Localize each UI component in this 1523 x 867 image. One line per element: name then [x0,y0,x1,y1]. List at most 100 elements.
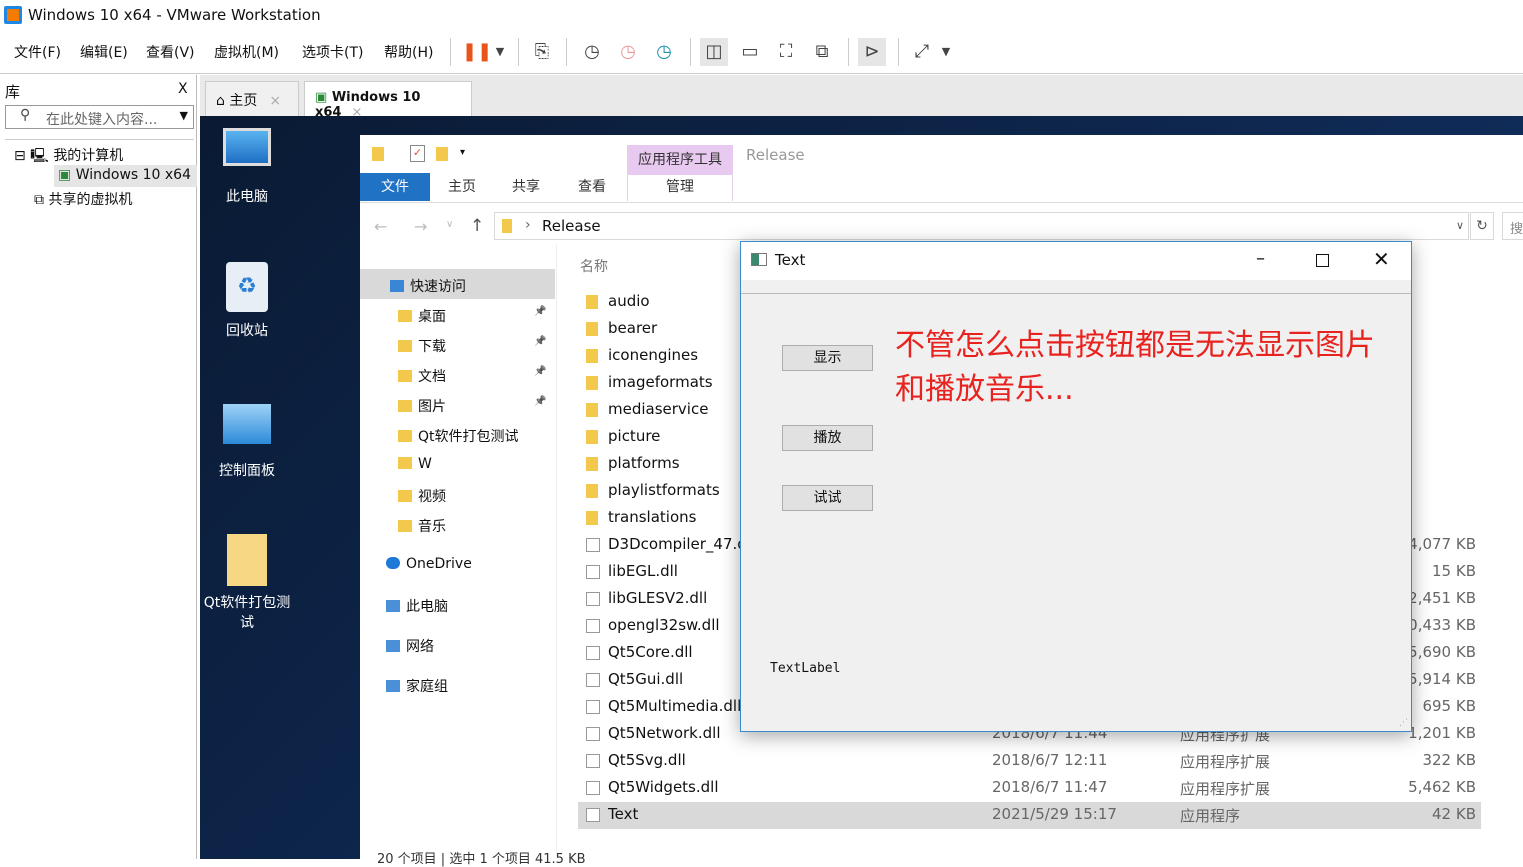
chevron-down-icon[interactable]: ▼ [932,38,960,66]
nav-item[interactable]: 视频 [398,486,446,506]
pin-icon[interactable]: 📌 [534,396,546,407]
menu-view[interactable]: 查看(V) [146,42,195,62]
chevron-down-icon[interactable]: ▾ [460,147,465,158]
pin-icon[interactable]: 📌 [534,306,546,317]
file-row[interactable]: Qt5Svg.dll 2018/6/7 12:11 应用程序扩展 322 KB [578,748,1481,775]
folder-icon [372,147,384,161]
console-icon[interactable]: ⊳ [858,38,886,66]
desktop-icon-control-panel[interactable]: 控制面板 [197,404,297,480]
ribbon-tab-home[interactable]: 主页 [432,173,492,201]
folder-icon [398,457,412,469]
folder-icon [386,680,400,692]
nav-item[interactable]: 下载 📌 [398,336,546,356]
nav-item[interactable]: 桌面 📌 [398,306,546,326]
thumbnail-view-icon[interactable]: ▭ [736,38,764,66]
nav-item[interactable]: 快速访问 [390,276,466,296]
folder-icon [398,400,412,412]
file-date: 2018/6/7 11:47 [992,778,1108,796]
nav-item[interactable]: Qt软件打包测试 [398,426,519,446]
menu-tabs[interactable]: 选项卡(T) [302,42,363,62]
new-folder-icon[interactable] [436,147,448,161]
menu-file[interactable]: 文件(F) [14,42,61,62]
nav-item[interactable]: 家庭组 [386,676,448,696]
ribbon-tab-file[interactable]: 文件 [360,173,430,201]
folder-icon [398,490,412,502]
file-size: 5,914 KB [1408,670,1476,688]
recent-chevron-icon[interactable]: ∨ [446,219,453,230]
file-type: 应用程序 [1180,807,1241,825]
file-type: 应用程序扩展 [1180,780,1271,798]
ribbon-tab-view[interactable]: 查看 [562,173,622,201]
up-icon[interactable]: ↑ [470,216,484,236]
folder-icon [398,370,412,382]
column-header-name[interactable]: 名称 [580,256,608,276]
file-size: 15 KB [1432,562,1476,580]
text-label: TextLabel [770,661,841,676]
library-title: 库 [5,83,21,101]
back-icon[interactable]: ← [374,217,387,236]
resize-grip-icon[interactable]: ⋰ [1399,718,1408,728]
minimize-button[interactable]: – [1256,248,1265,269]
try-button[interactable]: 试试 [782,485,873,511]
tab-bar: ⌂ 主页 × ▣ Windows 10 x64 × [200,75,1523,120]
menu-vm[interactable]: 虚拟机(M) [214,42,279,62]
pin-icon[interactable]: 📌 [534,336,546,347]
nav-item[interactable]: 图片 📌 [398,396,546,416]
revert-snapshot-icon[interactable]: ◷ [614,38,642,66]
tree-item-shared-vms[interactable]: ⧉ 共享的虚拟机 [34,189,132,209]
menu-edit[interactable]: 编辑(E) [80,42,128,62]
nav-item[interactable]: 文档 📌 [398,366,546,386]
fullscreen-icon[interactable]: ⛶ [772,38,800,66]
maximize-button[interactable] [1316,254,1329,267]
desktop-icon-recycle-bin[interactable]: ♻ 回收站 [197,262,297,340]
chevron-down-icon[interactable]: ∨ [1456,219,1464,232]
ribbon-tab-manage[interactable]: 管理 [627,173,733,201]
refresh-icon[interactable]: ↻ [1470,212,1494,240]
snapshot-icon[interactable]: ◷ [578,38,606,66]
nav-item[interactable]: W [398,456,432,472]
tree-item-windows-vm[interactable]: ▣ Windows 10 x64 [54,165,197,187]
folder-icon [586,484,598,498]
file-row[interactable]: Qt5Widgets.dll 2018/6/7 11:47 应用程序扩展 5,462 … [578,775,1481,802]
file-name: audio [608,292,650,310]
explorer-title: Release [746,146,805,164]
search-input[interactable]: 搜 [1502,212,1523,240]
chevron-down-icon[interactable]: ▼ [180,109,188,122]
properties-icon[interactable]: ✓ [410,145,425,162]
dll-file-icon [586,646,600,660]
menu-help[interactable]: 帮助(H) [384,42,433,62]
unity-icon[interactable]: ⧉ [808,38,836,66]
nav-item[interactable]: OneDrive [386,556,472,572]
breadcrumb-release[interactable]: Release [542,217,601,235]
chevron-down-icon[interactable]: ▼ [486,38,514,66]
ribbon-tab-share[interactable]: 共享 [496,173,556,201]
tab-home[interactable]: ⌂ 主页 × [205,81,299,116]
star-icon [390,280,404,292]
close-tab-icon[interactable]: × [269,93,281,109]
desktop-icon-this-pc[interactable]: 此电脑 [197,128,297,206]
file-name: iconengines [608,346,699,364]
file-size: 5,690 KB [1408,643,1476,661]
close-button[interactable]: ✕ [1373,247,1390,271]
play-button[interactable]: 播放 [782,425,873,451]
file-name: Text [608,805,639,823]
show-button[interactable]: 显示 [782,345,873,371]
tab-windows-vm[interactable]: ▣ Windows 10 x64 × [304,81,472,120]
nav-item[interactable]: 网络 [386,636,434,656]
library-search-input[interactable]: ⚲ 在此处键入内容... ▼ [5,105,194,129]
snapshot-manager-icon[interactable]: ◷ [650,38,678,66]
pin-icon[interactable]: 📌 [534,366,546,377]
folder-icon [398,430,412,442]
address-bar[interactable]: › Release ∨ [494,212,1469,240]
file-row[interactable]: Text 2021/5/29 15:17 应用程序 42 KB [578,802,1481,829]
search-placeholder: 在此处键入内容... [46,112,158,128]
sidebar-view-icon[interactable]: ◫ [700,38,728,66]
nav-item[interactable]: 音乐 [398,516,446,536]
cloud-icon [386,557,400,569]
nav-item[interactable]: 此电脑 [386,596,448,616]
send-keys-icon[interactable]: ⎘ [528,38,556,66]
file-type: 应用程序扩展 [1180,753,1271,771]
forward-icon[interactable]: → [414,217,427,236]
close-library-button[interactable]: X [178,81,188,97]
desktop-icon-qt-folder[interactable]: Qt软件打包测试 [197,534,297,632]
